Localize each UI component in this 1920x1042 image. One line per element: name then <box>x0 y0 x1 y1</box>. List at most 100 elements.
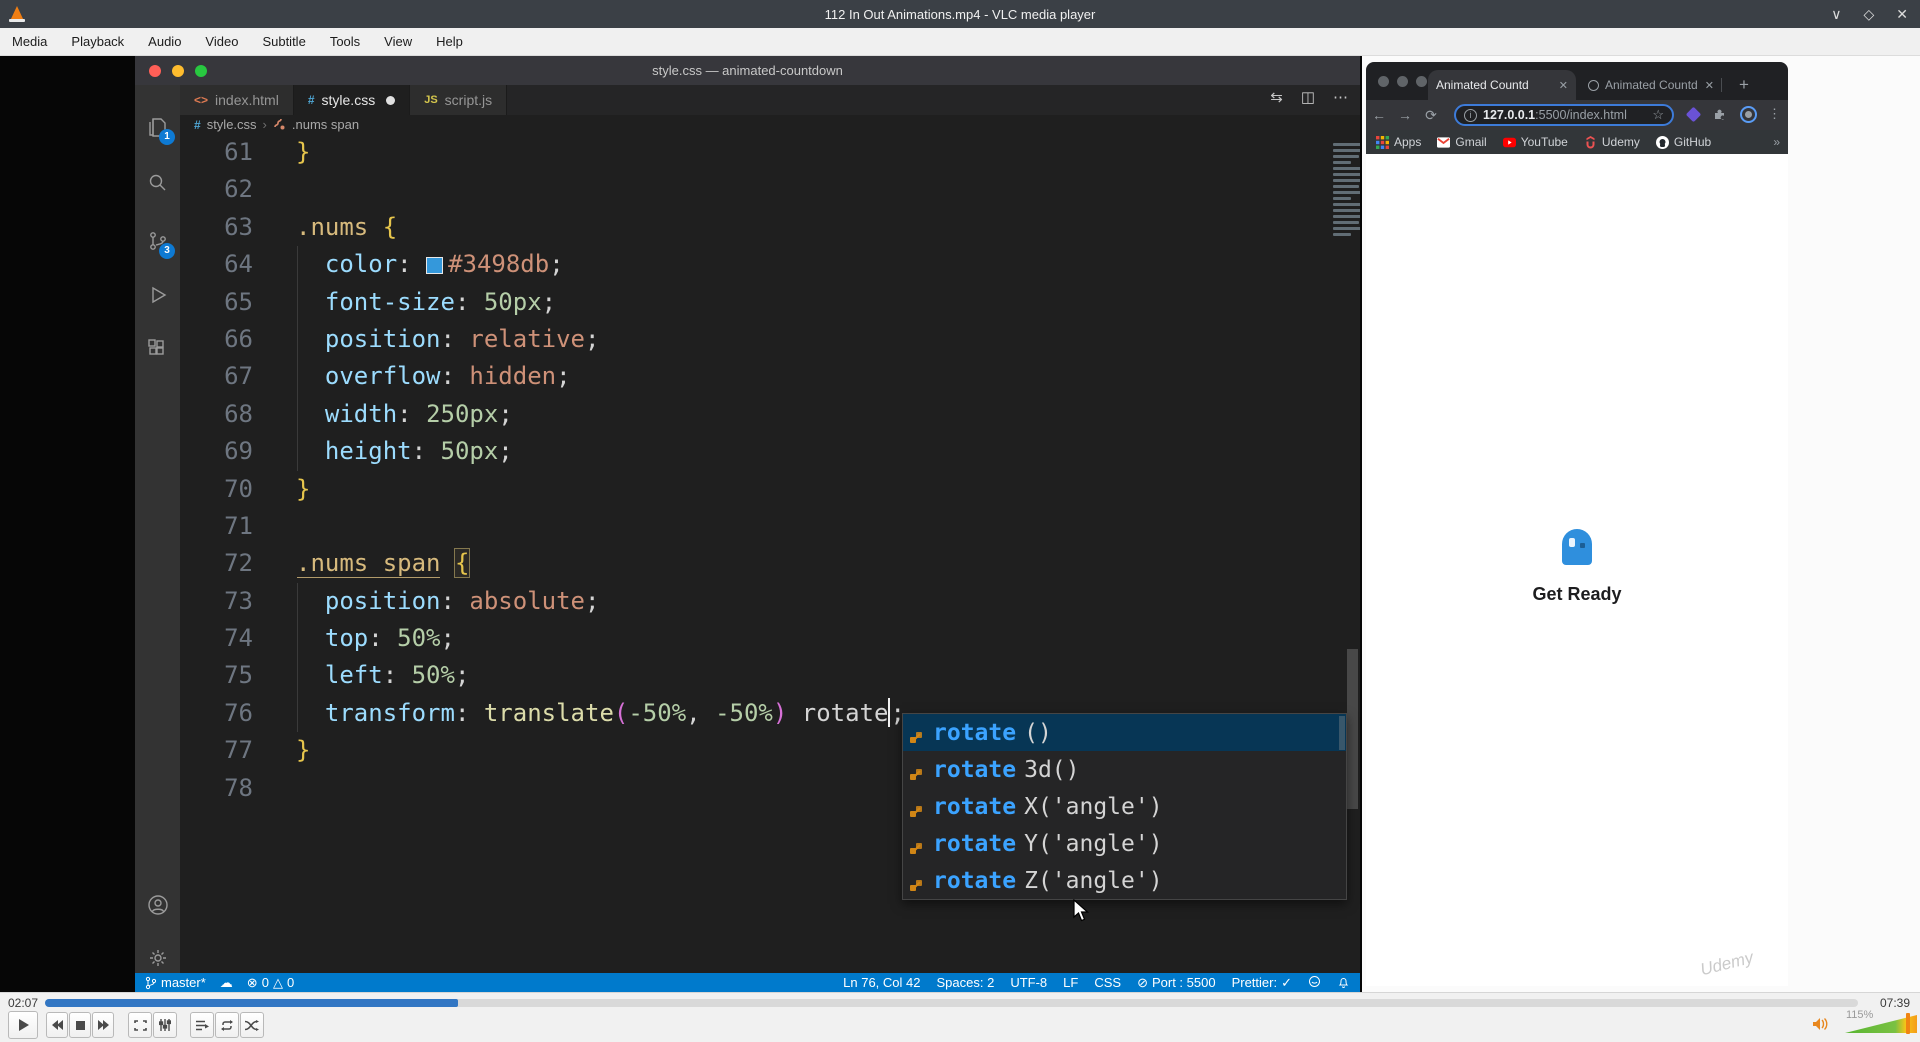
explorer-icon[interactable]: 1 <box>135 107 180 147</box>
code-line-71[interactable]: 71 <box>180 508 1360 545</box>
bookmarks-overflow-chevron[interactable]: » <box>1773 135 1780 149</box>
run-debug-icon[interactable] <box>135 275 180 315</box>
bookmark-apps[interactable]: Apps <box>1376 135 1421 149</box>
tab-close-icon[interactable]: ✕ <box>1559 79 1568 92</box>
code-line-68[interactable]: 68 width: 250px; <box>180 395 1360 434</box>
forward-icon[interactable]: → <box>1392 107 1418 123</box>
suggestion-rotatey-angle-[interactable]: rotate Y('angle') <box>903 825 1346 862</box>
account-icon[interactable] <box>135 885 180 925</box>
breadcrumb-symbol[interactable]: .nums span <box>292 117 359 132</box>
chrome-tab-inactive[interactable]: Animated Countd ✕ <box>1580 70 1722 100</box>
vlc-menu-video[interactable]: Video <box>205 34 238 49</box>
code-token: : <box>397 250 427 279</box>
chrome-menu-icon[interactable]: ⋮ <box>1768 106 1781 122</box>
language-mode[interactable]: CSS <box>1094 975 1121 990</box>
shuffle-button[interactable] <box>240 1012 264 1038</box>
extensions-puzzle-icon[interactable] <box>1712 107 1727 127</box>
extensions-icon[interactable] <box>135 329 180 369</box>
bookmark-gmail[interactable]: Gmail <box>1437 135 1487 149</box>
vlc-menu-help[interactable]: Help <box>436 34 463 49</box>
code-line-74[interactable]: 74 top: 50%; <box>180 620 1360 658</box>
playlist-button[interactable] <box>190 1012 214 1038</box>
fullscreen-button[interactable] <box>128 1012 152 1038</box>
suggestion-rotate-[interactable]: rotate () <box>903 714 1346 751</box>
prettier-item[interactable]: Prettier: ✓ <box>1232 975 1292 991</box>
code-line-64[interactable]: 64 color: #3498db; <box>180 246 1360 284</box>
vlc-menu-playback[interactable]: Playback <box>71 34 124 49</box>
feedback-icon[interactable] <box>1308 975 1321 991</box>
prettier-check-icon: ✓ <box>1281 974 1292 990</box>
tab-close-icon[interactable]: ✕ <box>1705 79 1714 92</box>
new-tab-button[interactable]: + <box>1732 73 1756 97</box>
code-line-70[interactable]: 70} <box>180 471 1360 508</box>
code-line-69[interactable]: 69 height: 50px; <box>180 433 1360 471</box>
code-token: #3498db <box>448 250 550 279</box>
play-button[interactable] <box>8 1011 38 1039</box>
breadcrumb-file[interactable]: style.css <box>207 117 257 132</box>
tab-style-css[interactable]: # style.css <box>293 85 411 115</box>
search-icon[interactable] <box>135 163 180 203</box>
settings-gear-icon[interactable] <box>135 938 180 978</box>
next-button[interactable] <box>92 1012 114 1038</box>
bookmark-youtube[interactable]: YouTube <box>1502 135 1568 149</box>
vlc-menu-audio[interactable]: Audio <box>148 34 181 49</box>
vlc-menu-media[interactable]: Media <box>12 34 47 49</box>
address-bar[interactable]: i 127.0.0.1:5500/index.html ☆ <box>1454 104 1674 126</box>
code-line-75[interactable]: 75 left: 50%; <box>180 657 1360 695</box>
bookmark-github[interactable]: GitHub <box>1655 135 1711 149</box>
vlc-menu-view[interactable]: View <box>384 34 412 49</box>
close-button[interactable]: ✕ <box>1896 6 1908 23</box>
encoding[interactable]: UTF-8 <box>1010 975 1047 990</box>
video-frame[interactable]: style.css — animated-countdown 1 3 <> in… <box>0 56 1920 992</box>
unsaved-dot-icon[interactable] <box>386 95 396 105</box>
bookmark-star-icon[interactable]: ☆ <box>1652 107 1664 123</box>
code-line-65[interactable]: 65 font-size: 50px; <box>180 283 1360 321</box>
chrome-tab-active[interactable]: Animated Countd ✕ <box>1428 70 1576 100</box>
extension-icon[interactable] <box>1685 106 1702 123</box>
code-line-66[interactable]: 66 position: relative; <box>180 320 1360 359</box>
code-line-67[interactable]: 67 overflow: hidden; <box>180 358 1360 396</box>
tab-script-js[interactable]: JS script.js <box>410 85 508 115</box>
compare-changes-icon[interactable]: ⇆ <box>1270 88 1283 106</box>
stop-button[interactable] <box>69 1012 91 1038</box>
publish-changes-icon[interactable]: ☁ <box>220 975 233 991</box>
tab-index-html[interactable]: <> index.html <box>180 85 294 115</box>
code-line-63[interactable]: 63 .nums { <box>180 209 1360 246</box>
notifications-bell-icon[interactable] <box>1337 975 1350 991</box>
previous-button[interactable] <box>46 1012 68 1038</box>
indentation[interactable]: Spaces: 2 <box>936 975 994 990</box>
back-icon[interactable]: ← <box>1366 107 1392 123</box>
eol[interactable]: LF <box>1063 975 1078 990</box>
live-server-port[interactable]: ⊘ Port : 5500 <box>1137 975 1216 991</box>
minimize-button[interactable]: ∨ <box>1831 6 1841 23</box>
code-line-62[interactable]: 62 <box>180 171 1360 208</box>
bookmark-udemy[interactable]: Udemy <box>1584 135 1640 149</box>
cursor-position[interactable]: Ln 76, Col 42 <box>843 975 920 990</box>
volume-speaker-icon[interactable] <box>1812 1017 1830 1036</box>
suggestion-rotatex-angle-[interactable]: rotate X('angle') <box>903 788 1346 825</box>
suggestion-rotate3d-[interactable]: rotate 3d() <box>903 751 1346 788</box>
seek-bar[interactable] <box>45 999 1858 1007</box>
color-swatch[interactable] <box>426 257 444 275</box>
vlc-menu-subtitle[interactable]: Subtitle <box>262 34 305 49</box>
profile-avatar[interactable] <box>1740 106 1757 123</box>
git-branch-item[interactable]: master* <box>145 975 206 990</box>
more-actions-icon[interactable]: ⋯ <box>1333 88 1348 106</box>
editor-scrollbar[interactable] <box>1347 649 1358 809</box>
source-control-icon[interactable]: 3 <box>135 221 180 261</box>
reload-icon[interactable]: ⟳ <box>1418 107 1444 124</box>
suggestion-rotatez-angle-[interactable]: rotate Z('angle') <box>903 862 1346 899</box>
minimap[interactable] <box>1327 140 1360 350</box>
suggest-scrollbar[interactable] <box>1339 716 1345 750</box>
extended-settings-button[interactable] <box>153 1012 177 1038</box>
maximize-button[interactable]: ◇ <box>1863 6 1874 23</box>
site-info-icon[interactable]: i <box>1464 108 1477 122</box>
problems-item[interactable]: ⊗ 0 △ 0 <box>247 975 294 991</box>
code-line-61[interactable]: 61} <box>180 134 1360 171</box>
loop-button[interactable] <box>215 1012 239 1038</box>
code-line-72[interactable]: 72 .nums span { <box>180 545 1360 582</box>
split-editor-icon[interactable]: ◫ <box>1301 88 1315 106</box>
code-line-73[interactable]: 73 position: absolute; <box>180 582 1360 621</box>
volume-handle[interactable] <box>1906 1013 1910 1034</box>
vlc-menu-tools[interactable]: Tools <box>330 34 360 49</box>
